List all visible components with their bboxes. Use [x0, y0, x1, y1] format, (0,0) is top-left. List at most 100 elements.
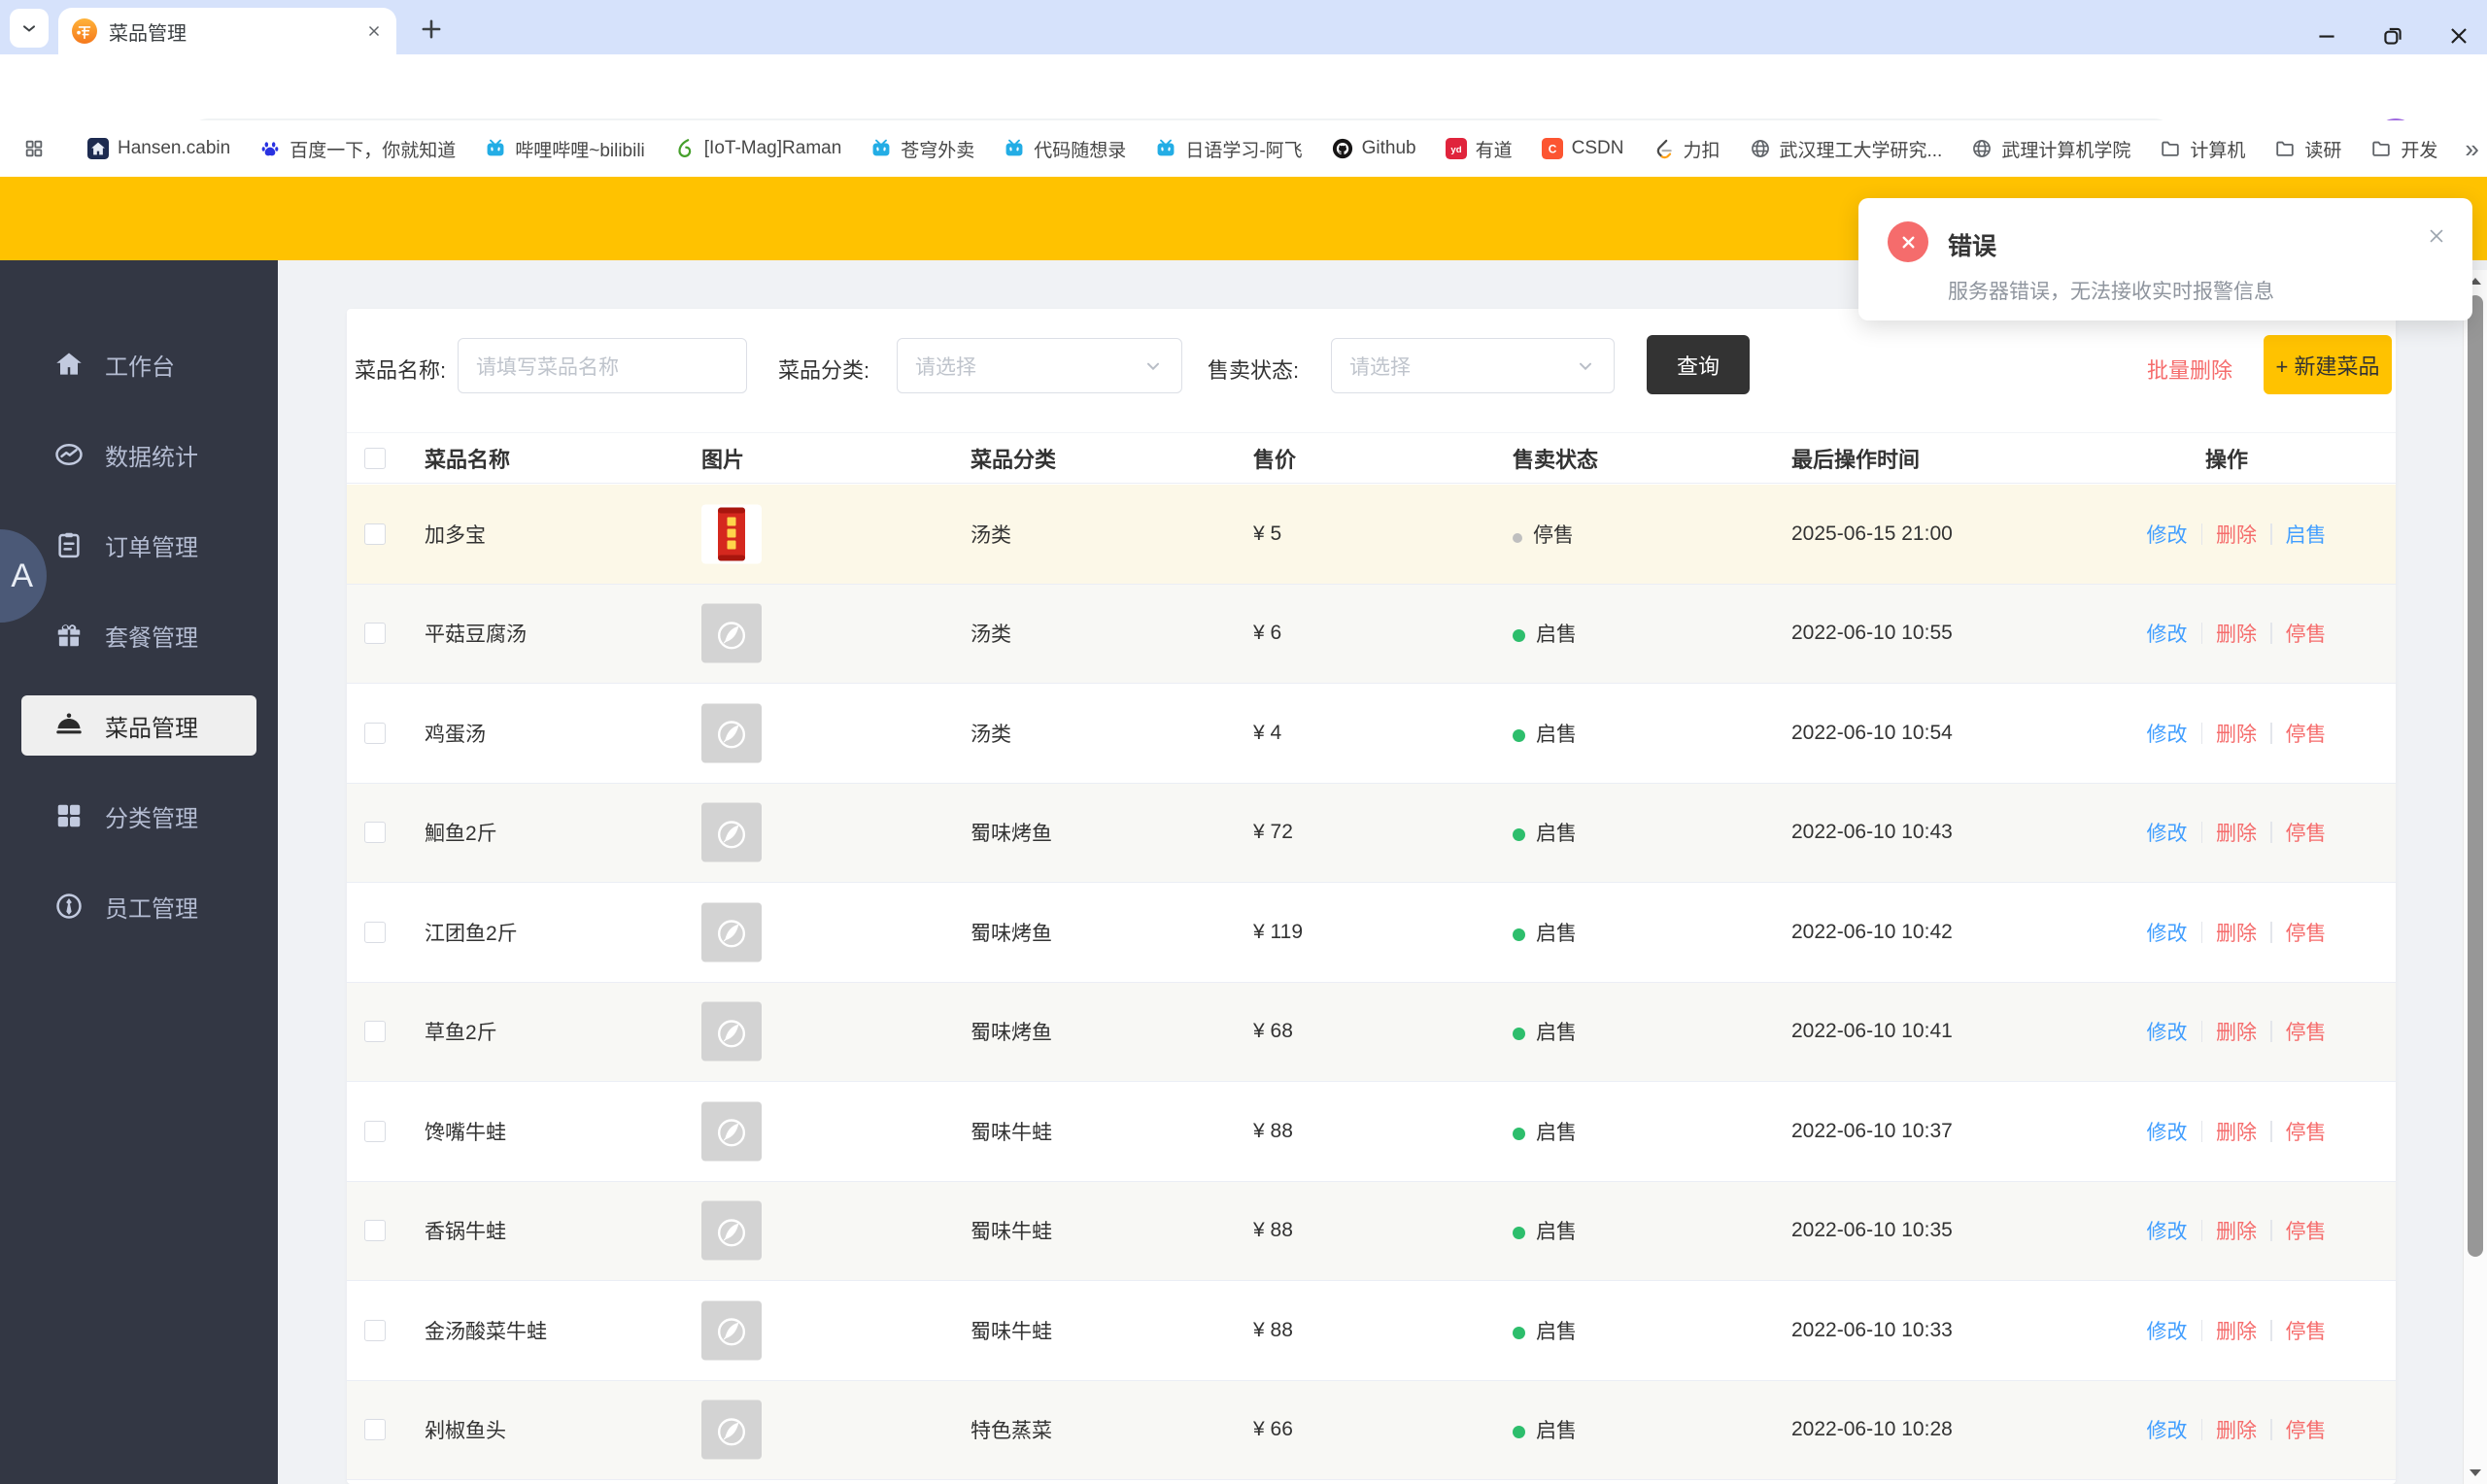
window-close-button[interactable] [2446, 23, 2471, 49]
row-checkbox[interactable] [364, 822, 386, 844]
stop-sale-link[interactable]: 停售 [2286, 918, 2327, 947]
window-restore-button[interactable] [2380, 23, 2405, 49]
delete-link[interactable]: 删除 [2216, 1117, 2257, 1146]
row-actions: 修改 删除 停售 [2125, 619, 2348, 648]
row-checkbox[interactable] [364, 1120, 386, 1142]
dish-name: 鮰鱼2斤 [425, 823, 497, 846]
sidebar-item-category[interactable]: 分类管理 [21, 786, 256, 846]
row-checkbox[interactable] [364, 1419, 386, 1441]
sidebar-item-dish[interactable]: 菜品管理 [21, 695, 256, 756]
stop-sale-link[interactable]: 停售 [2286, 818, 2327, 847]
row-checkbox[interactable] [364, 623, 386, 645]
select-all-checkbox[interactable] [364, 447, 386, 469]
stop-sale-link[interactable]: 停售 [2286, 1316, 2327, 1345]
sidebar-item-orders[interactable]: 订单管理 [21, 515, 256, 575]
bookmark-item[interactable]: 哔哩哔哩~bilibili [485, 136, 645, 162]
scrollbar-thumb[interactable] [2468, 295, 2483, 1257]
bookmark-item[interactable]: 武汉理工大学研究... [1750, 136, 1942, 162]
edit-link[interactable]: 修改 [2147, 1117, 2188, 1146]
row-checkbox[interactable] [364, 921, 386, 943]
status-dot-icon [1513, 828, 1525, 842]
bookmark-item[interactable]: 力扣 [1652, 136, 1720, 162]
sidebar-item-employee[interactable]: 员工管理 [21, 876, 256, 936]
bookmark-item[interactable]: yd 有道 [1445, 136, 1513, 162]
window-minimize-button[interactable] [2314, 23, 2339, 49]
delete-link[interactable]: 删除 [2216, 520, 2257, 549]
stop-sale-link[interactable]: 停售 [2286, 619, 2327, 648]
action-divider [2200, 1419, 2202, 1441]
batch-delete-link[interactable]: 批量删除 [2147, 354, 2232, 385]
delete-link[interactable]: 删除 [2216, 1216, 2257, 1245]
status-select[interactable]: 请选择 [1331, 338, 1615, 393]
new-dish-button[interactable]: + 新建菜品 [2264, 335, 2392, 394]
browser-tab[interactable]: 菜品管理 [58, 8, 396, 54]
page-scrollbar[interactable] [2463, 270, 2487, 1484]
bookmark-label: 读研 [2304, 140, 2342, 161]
bookmark-item[interactable]: 计算机 [2160, 136, 2245, 162]
bookmark-item[interactable]: Hansen.cabin [87, 138, 230, 159]
edit-link[interactable]: 修改 [2147, 619, 2188, 648]
delete-link[interactable]: 删除 [2216, 719, 2257, 748]
bookmark-item[interactable]: C CSDN [1541, 138, 1623, 159]
edit-link[interactable]: 修改 [2147, 1415, 2188, 1444]
bookmark-item[interactable]: 苍穹外卖 [870, 136, 974, 162]
edit-link[interactable]: 修改 [2147, 1017, 2188, 1046]
edit-link[interactable]: 修改 [2147, 918, 2188, 947]
row-checkbox[interactable] [364, 722, 386, 744]
edit-link[interactable]: 修改 [2147, 818, 2188, 847]
stop-sale-link[interactable]: 停售 [2286, 1415, 2327, 1444]
stop-sale-link[interactable]: 停售 [2286, 1216, 2327, 1245]
scroll-down-icon[interactable] [2468, 1465, 2483, 1480]
bookmark-item[interactable]: [IoT-Mag]Raman [674, 138, 841, 159]
row-checkbox[interactable] [364, 1220, 386, 1242]
dish-image-placeholder-icon [701, 902, 762, 962]
enable-sale-link[interactable]: 启售 [2286, 520, 2327, 549]
delete-link[interactable]: 删除 [2216, 918, 2257, 947]
bookmarks-overflow-chevron[interactable]: » [2465, 134, 2478, 164]
column-header-actions: 操作 [2205, 447, 2249, 472]
edit-link[interactable]: 修改 [2147, 1316, 2188, 1345]
bookmark-item[interactable]: 百度一下，你就知道 [259, 136, 456, 162]
sidebar-item-mealset[interactable]: 套餐管理 [21, 605, 256, 665]
tab-close-icon[interactable] [365, 22, 383, 40]
delete-link[interactable]: 删除 [2216, 1017, 2257, 1046]
row-checkbox[interactable] [364, 1319, 386, 1341]
notification-close-icon[interactable] [2426, 225, 2447, 247]
bookmark-item[interactable]: Github [1332, 138, 1416, 159]
edit-link[interactable]: 修改 [2147, 520, 2188, 549]
dish-price: ¥ 88 [1253, 1318, 1293, 1341]
employee-icon [54, 892, 84, 921]
bookmark-item[interactable]: 代码随想录 [1004, 136, 1126, 162]
delete-link[interactable]: 删除 [2216, 1316, 2257, 1345]
bookmark-item[interactable]: 读研 [2274, 136, 2341, 162]
bookmark-item[interactable]: 日语学习-阿飞 [1155, 136, 1303, 162]
search-button[interactable]: 查询 [1647, 335, 1750, 394]
edit-link[interactable]: 修改 [2147, 1216, 2188, 1245]
delete-link[interactable]: 删除 [2216, 818, 2257, 847]
stop-sale-link[interactable]: 停售 [2286, 1117, 2327, 1146]
new-tab-button[interactable] [418, 16, 445, 43]
sidebar-item-stats[interactable]: 数据统计 [21, 424, 256, 485]
action-divider [2200, 623, 2202, 645]
apps-grid-icon[interactable] [23, 138, 45, 159]
sidebar-item-home[interactable]: 工作台 [21, 334, 256, 394]
bookmark-item[interactable]: 武理计算机学院 [1971, 136, 2130, 162]
tab-search-button[interactable] [10, 9, 49, 48]
action-divider [2270, 523, 2272, 545]
delete-link[interactable]: 删除 [2216, 1415, 2257, 1444]
last-updated-time: 2022-06-10 10:33 [1791, 1318, 1953, 1341]
row-checkbox[interactable] [364, 1021, 386, 1043]
dish-image-placeholder-icon [701, 1300, 762, 1361]
stop-sale-link[interactable]: 停售 [2286, 719, 2327, 748]
folder-icon [2160, 138, 2181, 159]
category-select[interactable]: 请选择 [897, 338, 1182, 393]
dish-name-input[interactable]: 请填写菜品名称 [458, 338, 747, 393]
row-checkbox[interactable] [364, 523, 386, 545]
stop-sale-link[interactable]: 停售 [2286, 1017, 2327, 1046]
delete-link[interactable]: 删除 [2216, 619, 2257, 648]
dish-category: 蜀味烤鱼 [971, 1022, 1052, 1045]
edit-link[interactable]: 修改 [2147, 719, 2188, 748]
status-badge: 启售 [1513, 1117, 1577, 1146]
dish-name: 草鱼2斤 [425, 1022, 497, 1045]
bookmark-item[interactable]: 开发 [2370, 136, 2437, 162]
